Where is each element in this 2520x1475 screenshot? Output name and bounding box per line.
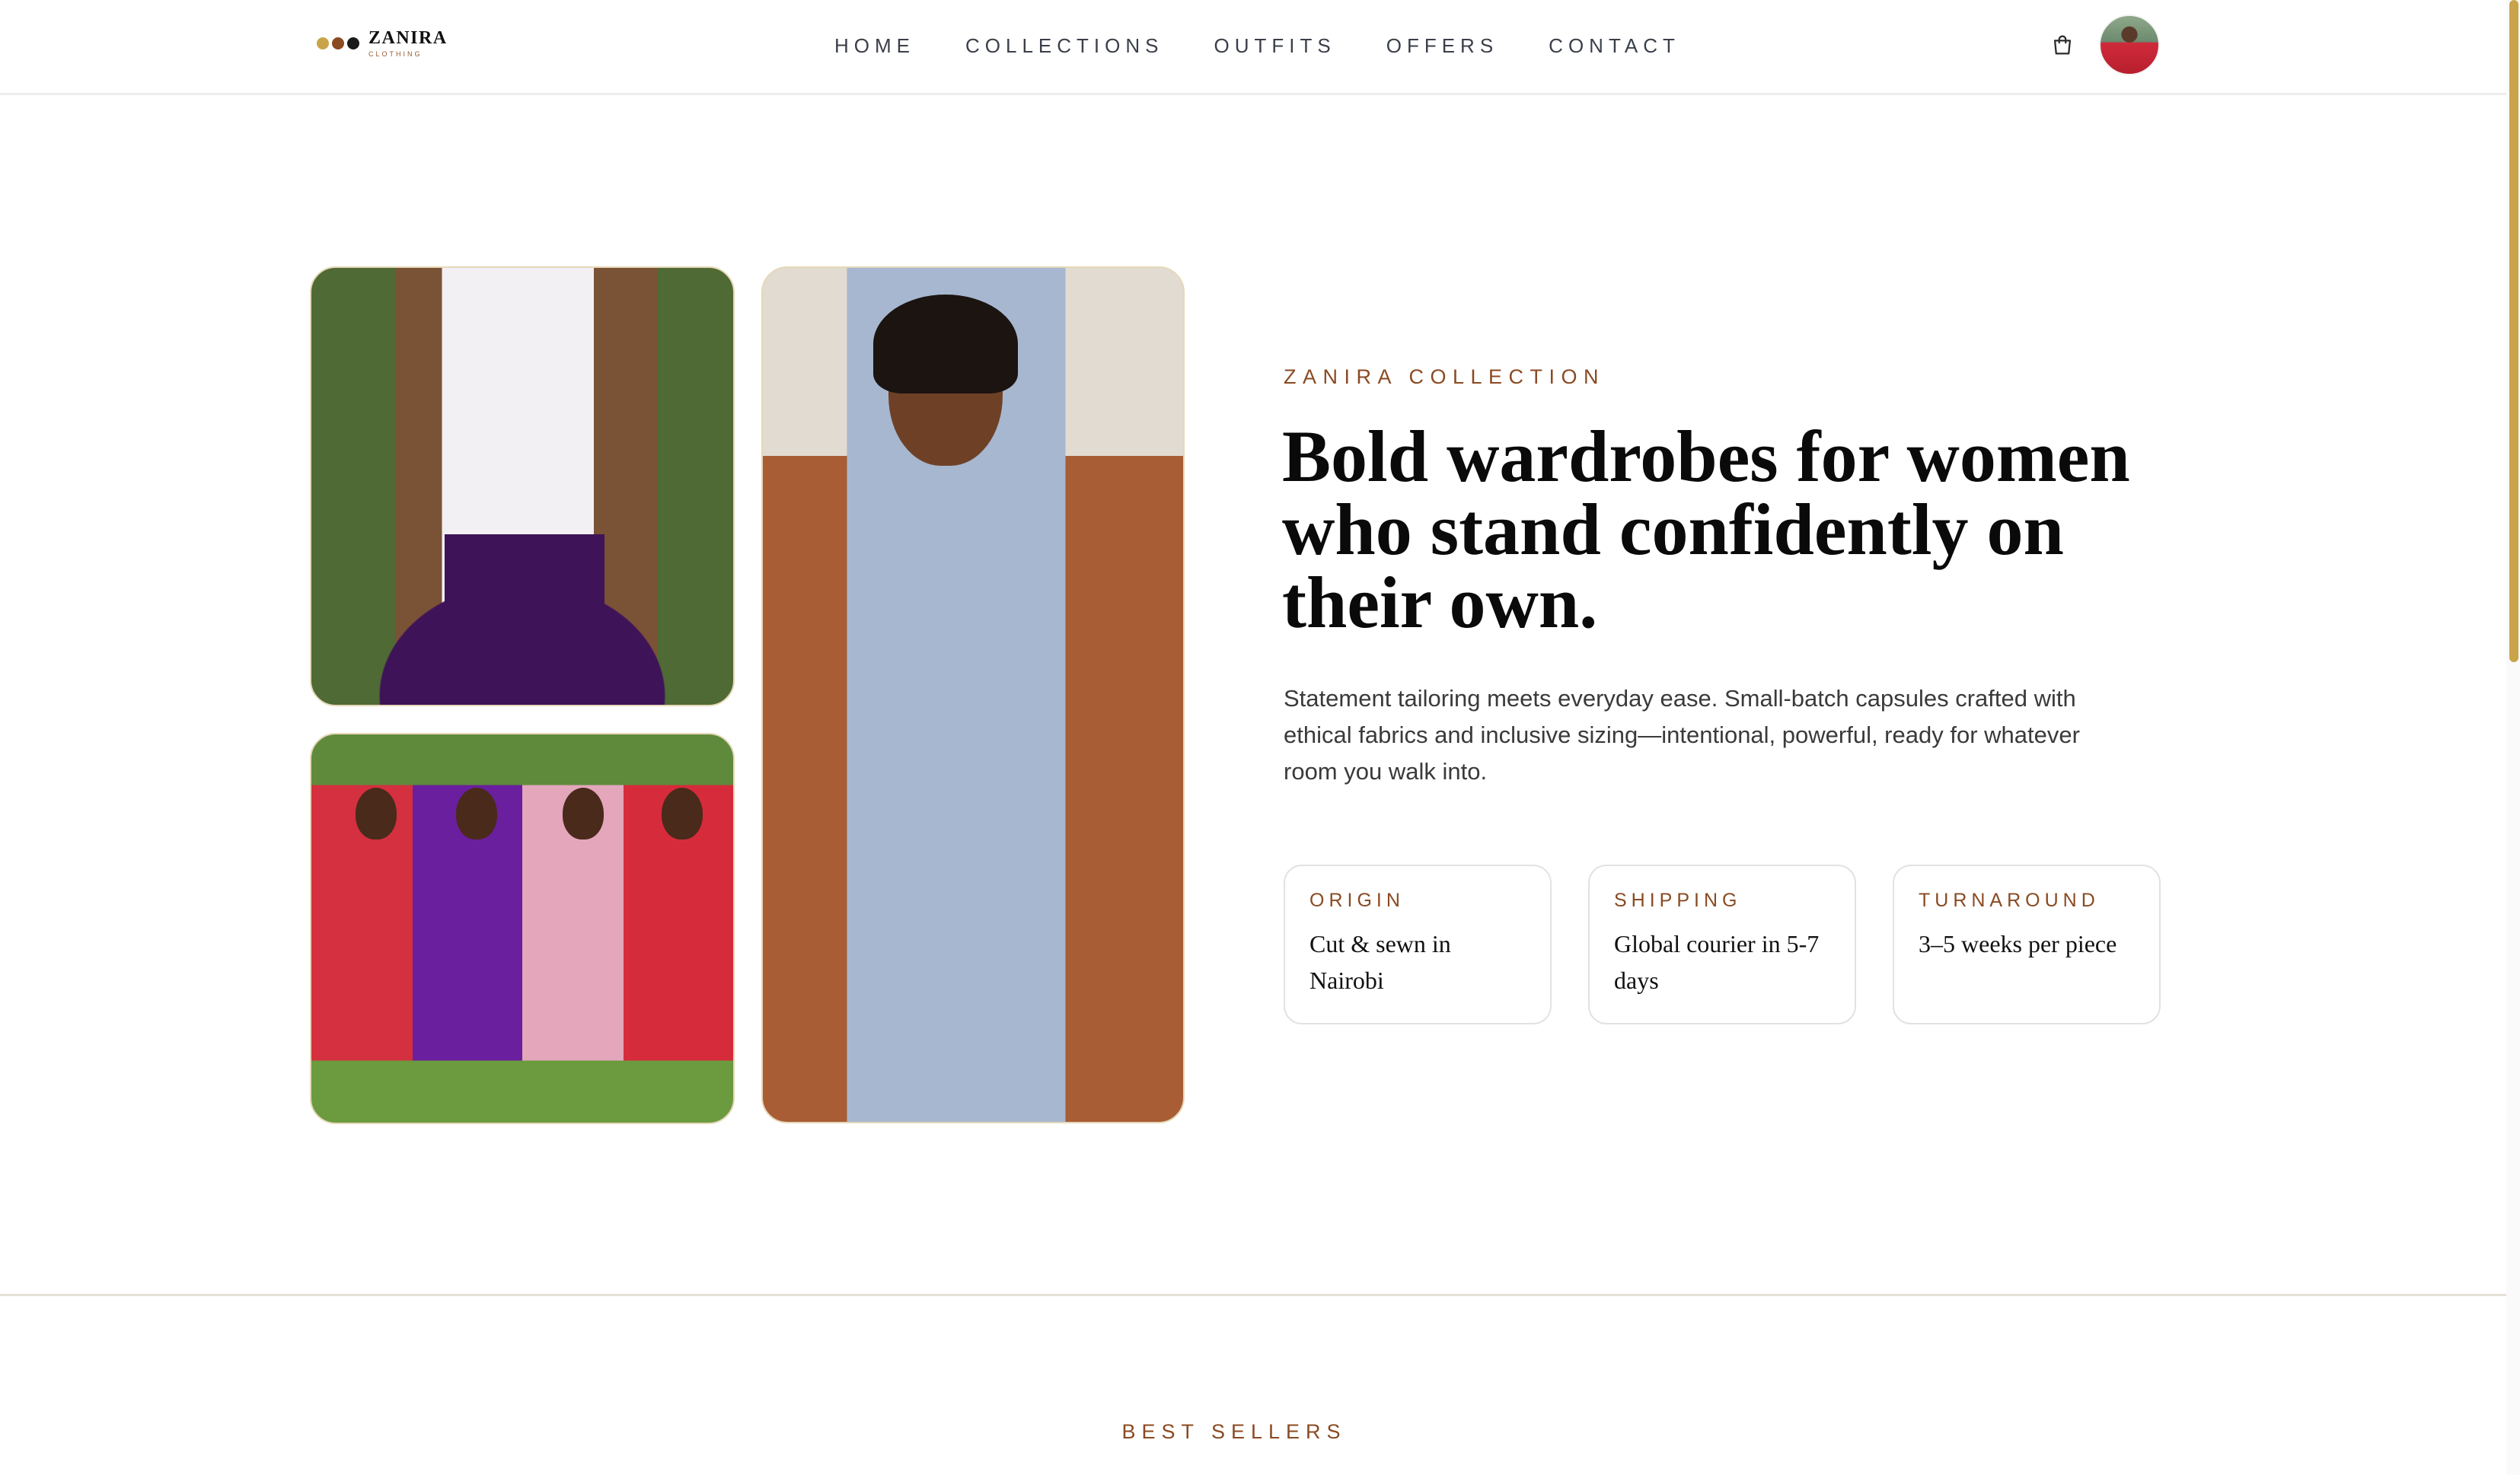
page-scrollbar[interactable] [2506, 0, 2520, 1475]
hero-photo-white-top [310, 266, 735, 706]
fact-card-shipping: SHIPPING Global courier in 5-7 days [1588, 865, 1856, 1024]
hero-photo-blue-suit [761, 266, 1185, 1123]
shopping-bag-icon[interactable] [2049, 32, 2075, 58]
best-sellers-heading: BEST SELLERS [1121, 1420, 1347, 1443]
section-divider [0, 1294, 2506, 1296]
fact-value: Global courier in 5-7 days [1614, 930, 1820, 994]
hero-eyebrow: ZANIRA COLLECTION [1284, 365, 1606, 388]
fact-label: SHIPPING [1614, 890, 1742, 911]
main-nav: HOME COLLECTIONS OUTFITS OFFERS CONTACT [834, 30, 1680, 61]
nav-item-outfits[interactable]: OUTFITS [1214, 34, 1336, 58]
brand-name: ZANIRA [368, 28, 448, 48]
brand-logo[interactable]: ZANIRA CLOTHING [317, 26, 448, 61]
brand-tagline: CLOTHING [368, 50, 423, 58]
fact-card-origin: ORIGIN Cut & sewn in Nairobi [1284, 865, 1552, 1024]
nav-item-collections[interactable]: COLLECTIONS [965, 34, 1164, 58]
hero-headline: Bold wardrobes for women who stand confi… [1282, 416, 2130, 643]
scrollbar-thumb[interactable] [2509, 0, 2518, 662]
fact-label: ORIGIN [1309, 890, 1405, 911]
fact-card-turnaround: TURNAROUND 3–5 weeks per piece [1893, 865, 2161, 1024]
fact-value: 3–5 weeks per piece [1919, 930, 2117, 957]
nav-item-home[interactable]: HOME [834, 34, 915, 58]
nav-item-contact[interactable]: CONTACT [1549, 34, 1680, 58]
logo-dots-icon [317, 37, 359, 49]
hero-photo-group [310, 733, 735, 1124]
fact-value: Cut & sewn in Nairobi [1309, 930, 1451, 994]
fact-label: TURNAROUND [1919, 890, 2100, 911]
nav-item-offers[interactable]: OFFERS [1386, 34, 1498, 58]
site-header: ZANIRA CLOTHING HOME COLLECTIONS OUTFITS… [0, 0, 2506, 95]
user-avatar[interactable] [2099, 14, 2160, 75]
hero-lead: Statement tailoring meets everyday ease.… [1284, 685, 2080, 785]
